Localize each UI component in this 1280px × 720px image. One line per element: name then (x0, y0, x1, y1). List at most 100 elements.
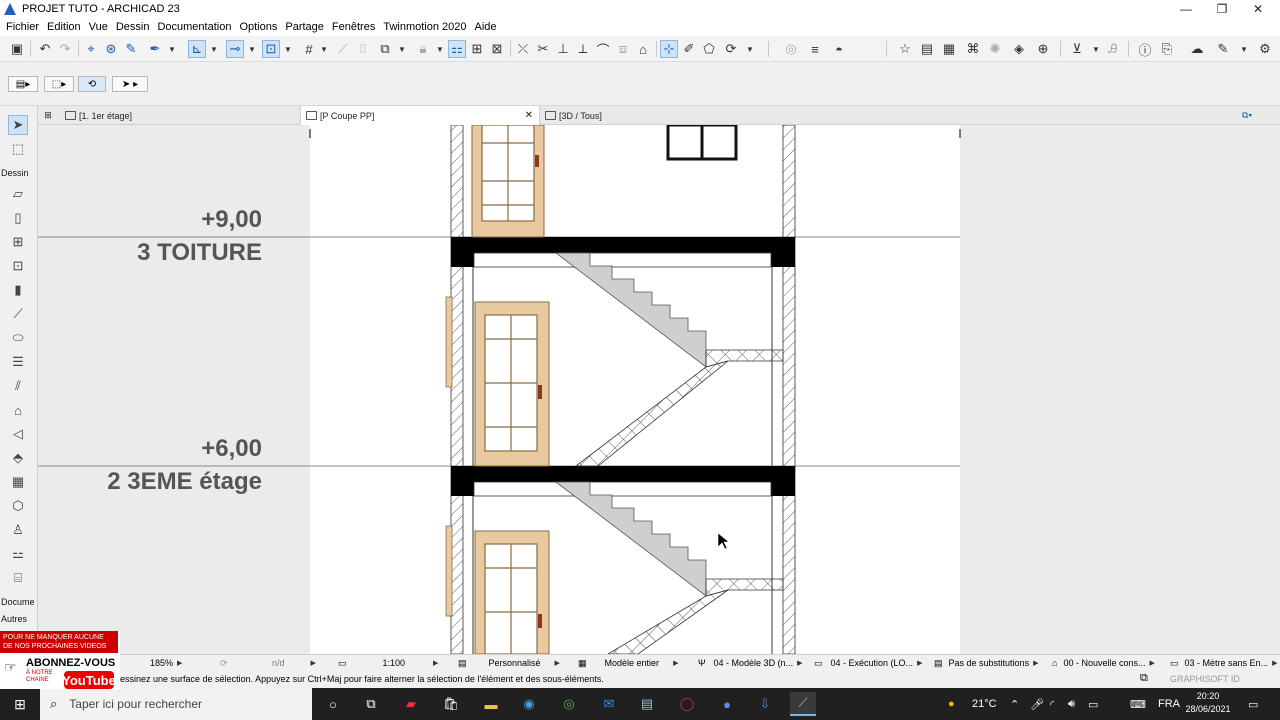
store-app-icon[interactable]: 🛍︎ (438, 692, 464, 716)
mail-app-icon[interactable]: ✉ (596, 692, 622, 716)
snap-points-icon[interactable]: ⊡ (262, 40, 280, 58)
language-indicator[interactable]: FRA (1158, 688, 1180, 720)
menu-partage[interactable]: Partage (283, 21, 330, 33)
offset-icon[interactable]: ⧈ (614, 40, 632, 58)
door-level-3[interactable] (474, 530, 550, 654)
close-tab-icon[interactable]: ✕ (525, 110, 533, 121)
inject-parameters-icon[interactable]: ⊛ (102, 40, 120, 58)
marquee-tool-icon[interactable]: ⬚ (8, 139, 28, 159)
chevron-down-icon[interactable]: ▼ (436, 40, 444, 58)
window-tool-icon[interactable]: ⊞ (8, 232, 28, 252)
marquee-type-button[interactable]: ⬚▸ (44, 76, 74, 92)
save-icon[interactable]: ▣ (8, 40, 26, 58)
close-window-button[interactable]: ✕ (1240, 0, 1276, 18)
edge-browser-icon[interactable]: ◉ (516, 692, 542, 716)
trace-icon[interactable]: ⟋ (334, 40, 352, 58)
railing-tool-icon[interactable]: ⫽ (8, 376, 28, 396)
share-icon[interactable]: ⎘ (1158, 40, 1176, 58)
favorites-icon[interactable]: ☆ (896, 40, 914, 58)
grid-snap-icon[interactable]: # (300, 40, 318, 58)
chevron-down-icon[interactable]: ▼ (210, 40, 218, 58)
tab-section[interactable]: [P Coupe PP] ✕ (300, 106, 540, 125)
youtube-subscribe-overlay[interactable]: POUR NE MANQUER AUCUNE DE NOS PROCHAINES… (0, 631, 120, 689)
menu-documentation[interactable]: Documentation (155, 21, 237, 33)
menu-fichier[interactable]: Fichier (4, 21, 45, 33)
chevron-down-icon[interactable]: ▼ (320, 40, 328, 58)
arrow-tool-icon[interactable]: ➤ (8, 115, 28, 135)
office-app-icon[interactable]: ▰ (398, 692, 424, 716)
renovation-selector[interactable]: ⌂ 00 - Nouvelle cons... ▶ (1052, 657, 1155, 669)
layer-combo-selector[interactable]: ▭ 04 - Exécution (LO... ▶ (814, 657, 922, 669)
object-tool-icon[interactable]: ⊡ (8, 256, 28, 276)
keyboard-icon[interactable]: ⌨ (1130, 688, 1146, 720)
interactive-schedule-icon[interactable]: ▦ (940, 40, 958, 58)
chrome-browser-icon[interactable]: ◎ (556, 692, 582, 716)
fillet-icon[interactable]: ⌒ (594, 40, 612, 58)
windows-start-icon[interactable]: ⊞ (0, 688, 40, 720)
navigator-icon[interactable]: ◓ (830, 40, 848, 58)
opera-browser-icon[interactable]: ◯ (674, 692, 700, 716)
intersect-icon[interactable]: ⤫ (514, 40, 532, 58)
menu-options[interactable]: Options (237, 21, 283, 33)
element-info-icon[interactable]: ▤ (918, 40, 936, 58)
view-map-selector[interactable]: Ψ 04 - Modèle 3D (n... ▶ (698, 657, 802, 669)
chevron-down-icon[interactable]: ▼ (168, 40, 176, 58)
menu-fenetres[interactable]: Fenêtres (330, 21, 381, 33)
file-explorer-icon[interactable]: ▬ (478, 692, 504, 716)
door-level-2[interactable] (474, 301, 550, 467)
angle-value[interactable]: n/d ▶ (272, 657, 316, 669)
microphone-icon[interactable]: 🎤︎ (1030, 688, 1044, 720)
zoom-value[interactable]: 185% ▶ (150, 657, 182, 669)
publisher-icon[interactable]: ⊕ (1034, 40, 1052, 58)
section-drawing[interactable]: +9,00 3 TOITURE +6,00 2 3EME étage (38, 125, 1280, 654)
settings-icon[interactable]: ⚙ (1256, 40, 1274, 58)
graphisoft-id-icon[interactable]: ⧉ (1140, 672, 1148, 685)
mep-icon[interactable]: ✺ (986, 40, 1004, 58)
right-wall[interactable] (782, 125, 796, 654)
overrides-selector[interactable]: ▤ Pas de substitutions ▶ (934, 657, 1038, 669)
chevron-down-icon[interactable]: ▼ (1092, 40, 1100, 58)
mesh-tool-icon[interactable]: ⚍ (8, 544, 28, 564)
download-app-icon[interactable]: ⇩ (752, 692, 778, 716)
stair-tool-icon[interactable]: ☰ (8, 352, 28, 372)
chevron-down-icon[interactable]: ▼ (746, 40, 754, 58)
arrow-tool-button[interactable]: ➤ ▸ (112, 76, 148, 92)
slab-tool-icon[interactable]: ⬭ (8, 328, 28, 348)
trim-icon[interactable]: ✂ (534, 40, 552, 58)
shell-tool-icon[interactable]: ◁ (8, 424, 28, 444)
chevron-down-icon[interactable]: ▼ (248, 40, 256, 58)
stretch-icon[interactable]: ✐ (680, 40, 698, 58)
menu-aide[interactable]: Aide (473, 21, 503, 33)
marquee-icon[interactable]: ≡ (806, 40, 824, 58)
rotate-view-icon[interactable]: ⟳ (722, 40, 740, 58)
notifications-icon[interactable]: ▭ (1248, 688, 1258, 720)
restore-button[interactable]: ❐ (1204, 0, 1240, 18)
roof-tool-icon[interactable]: ⌂ (8, 400, 28, 420)
morph-tool-icon[interactable]: ⬡ (8, 496, 28, 516)
info-icon[interactable]: ⓘ (1136, 40, 1154, 58)
rotate-marquee-button[interactable]: ⟲ (78, 76, 106, 92)
eyedropper-icon[interactable]: ✎ (122, 40, 140, 58)
pen-set-selector[interactable]: ▤ Personnalisé ▶ (458, 657, 560, 669)
dimension-selector[interactable]: ▭ 03 - Mètre sans En... ▶ (1170, 657, 1277, 669)
reference-icon[interactable]: ⌷ (354, 40, 372, 58)
pick-up-parameters-icon[interactable]: ⌖ (82, 40, 100, 58)
door-top[interactable] (471, 125, 545, 238)
syringe-icon[interactable]: ✒ (146, 40, 164, 58)
render-icon[interactable]: ◈ (1010, 40, 1028, 58)
tab-menu-icon[interactable]: ⧉▾ (1242, 106, 1278, 125)
menu-edition[interactable]: Edition (45, 21, 87, 33)
layers-icon[interactable]: ⧉ (376, 40, 394, 58)
beam-tool-icon[interactable]: ⟋ (8, 304, 28, 324)
battery-icon[interactable]: ▭ (1088, 688, 1098, 720)
archicad-app-icon[interactable]: ▤ (634, 692, 660, 716)
layout-tool-icon[interactable]: ⌸ (8, 568, 28, 588)
scale-selector[interactable]: ▭ 1:100 ▶ (338, 657, 438, 669)
edit-mode-icon[interactable]: ⊹ (660, 40, 678, 58)
model-view-selector[interactable]: ▦ Modèle entier ▶ (578, 657, 678, 669)
menu-dessin[interactable]: Dessin (114, 21, 156, 33)
weather-icon[interactable]: ● (948, 688, 955, 720)
chevron-down-icon[interactable]: ▼ (398, 40, 406, 58)
split-icon[interactable]: ⟂ (574, 40, 592, 58)
lock-icon[interactable]: 🔒︎ (414, 40, 432, 58)
